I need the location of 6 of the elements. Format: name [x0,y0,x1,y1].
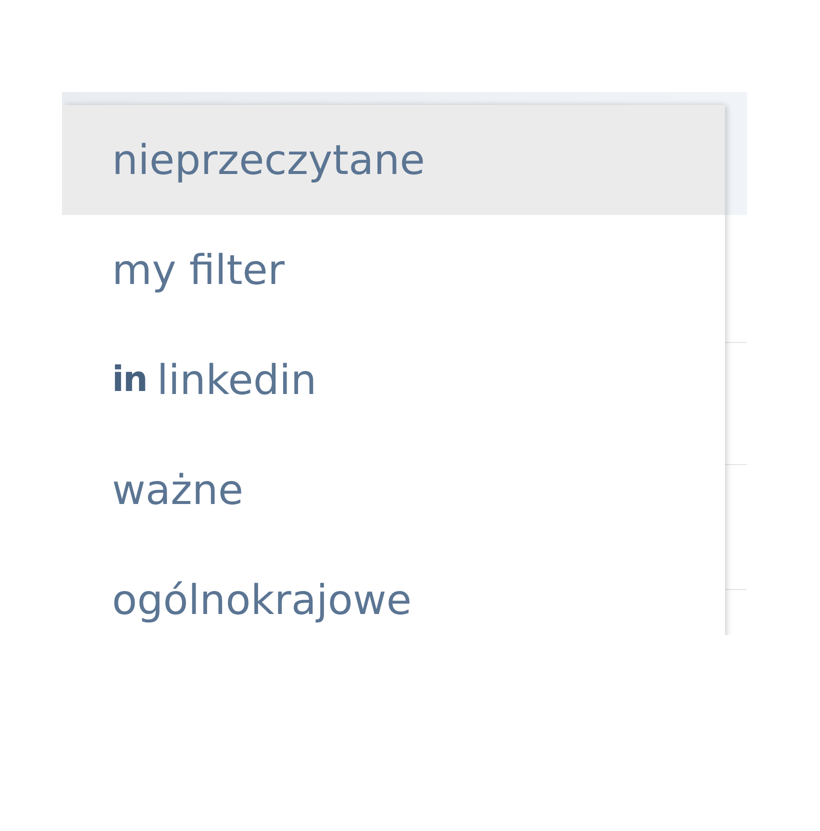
menu-item[interactable]: my filter [62,215,725,325]
menu-item[interactable]: ogólnokrajowe [62,545,725,635]
menu-item[interactable]: in linkedin [62,325,725,435]
menu-item[interactable]: nieprzeczytane [62,105,725,215]
menu-item[interactable]: ważne [62,435,725,545]
linkedin-icon: in [112,360,147,400]
